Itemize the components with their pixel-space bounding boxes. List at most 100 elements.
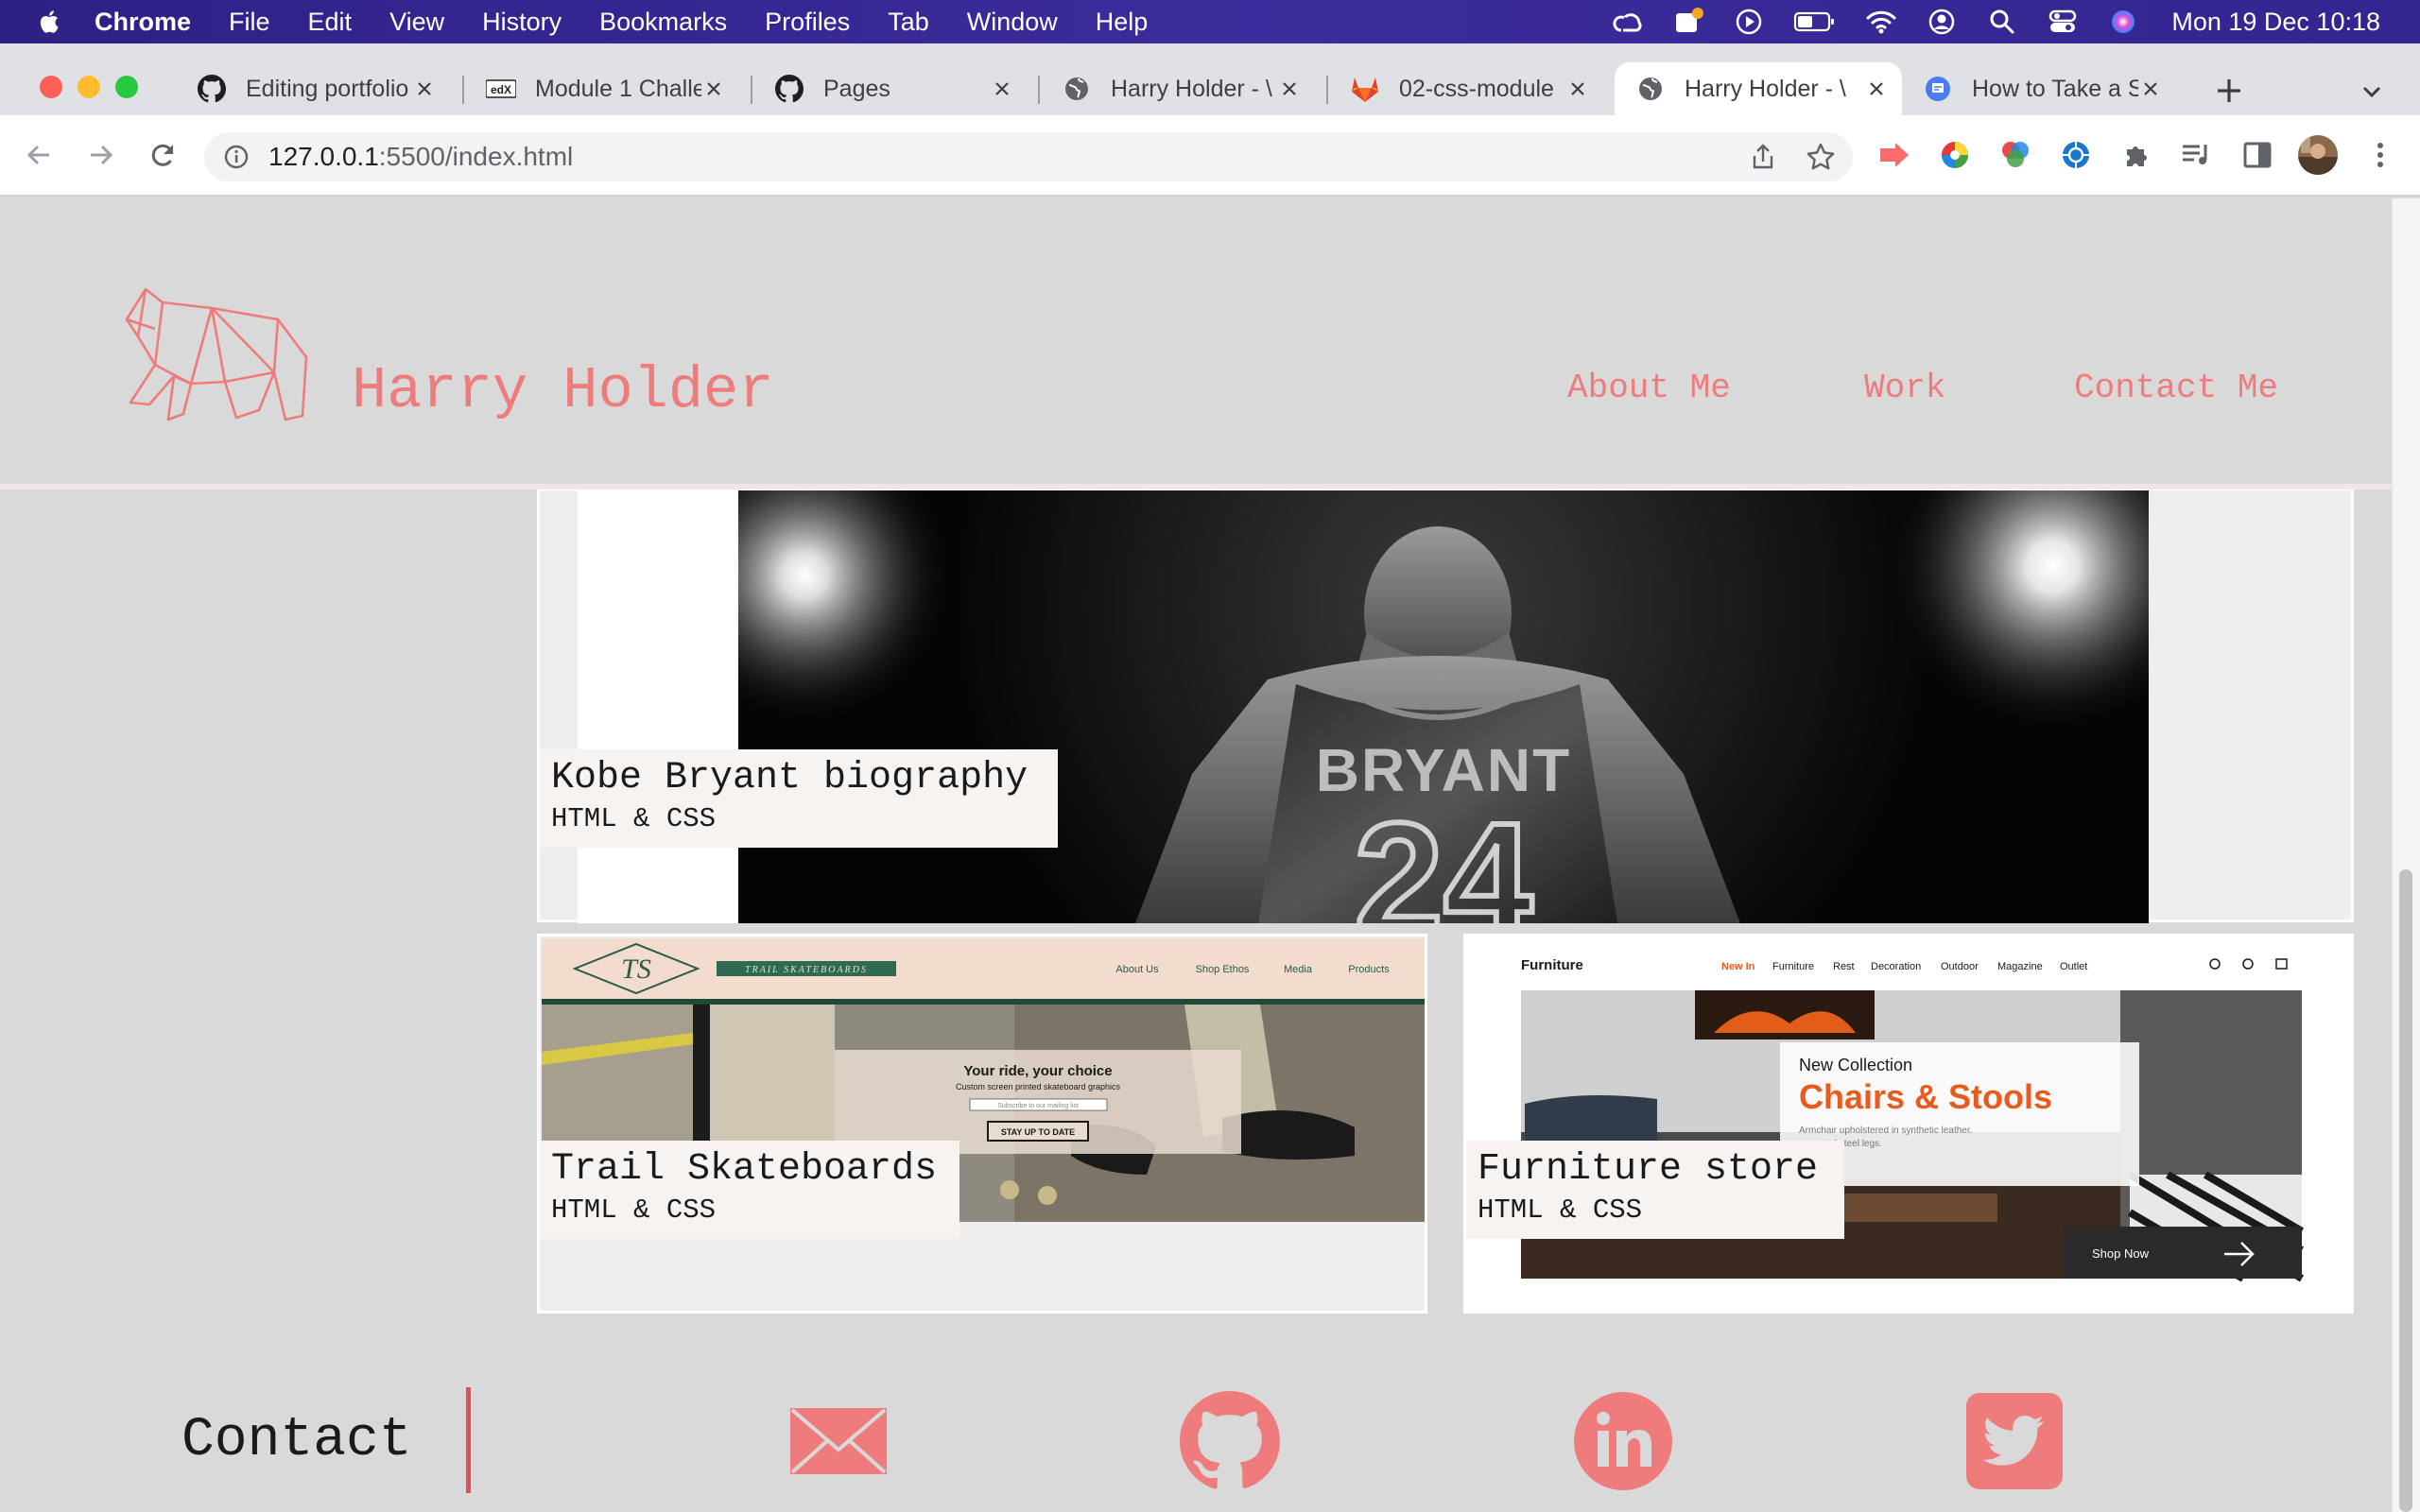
tab-editing-portfolio[interactable]: Editing portfolio <box>176 62 450 115</box>
extension-aperture-icon[interactable] <box>2057 136 2095 174</box>
close-tab-icon[interactable] <box>2138 77 2163 101</box>
tab-separator <box>751 76 752 104</box>
play-icon[interactable] <box>1733 6 1765 38</box>
tab-pages[interactable]: Pages <box>753 62 1028 115</box>
twitter-icon[interactable] <box>1964 1391 2065 1491</box>
creative-cloud-icon[interactable] <box>1612 6 1644 38</box>
edx-icon: edX <box>486 74 516 104</box>
svg-text:edX: edX <box>491 83 511 96</box>
site-title[interactable]: Harry Holder <box>352 357 773 424</box>
user-icon[interactable] <box>1926 6 1958 38</box>
profile-avatar[interactable] <box>2297 134 2339 176</box>
ts-nav-media: Media <box>1284 964 1313 975</box>
project-card-furniture-store[interactable]: Furniture New In Furniture Rest Decorati… <box>1463 934 2354 1314</box>
close-tab-icon[interactable] <box>701 77 726 101</box>
spotlight-icon[interactable] <box>1986 6 2018 38</box>
nav-about-me[interactable]: About Me <box>1567 369 1731 407</box>
project-label: Furniture store HTML & CSS <box>1466 1141 1844 1239</box>
contact-divider <box>466 1387 471 1493</box>
browser-toolbar: 127.0.0.1:5500/index.html <box>0 115 2420 197</box>
site-info-icon[interactable] <box>223 144 250 170</box>
extensions-puzzle-icon[interactable] <box>2118 136 2155 174</box>
chevron-down-icon[interactable] <box>2358 77 2386 106</box>
menubar-clock[interactable]: Mon 19 Dec 10:18 <box>2171 8 2380 37</box>
side-panel-icon[interactable] <box>2238 136 2276 174</box>
notification-icon[interactable] <box>1672 6 1704 38</box>
forward-icon[interactable] <box>81 136 119 174</box>
github-icon <box>774 74 804 104</box>
close-tab-icon[interactable] <box>1277 77 1302 101</box>
tab-title: Editing portfolio <box>246 75 409 102</box>
zoom-window-button[interactable] <box>115 76 138 98</box>
menu-file[interactable]: File <box>229 8 270 37</box>
tab-title: Harry Holder - \ <box>1111 75 1272 102</box>
menu-profiles[interactable]: Profiles <box>765 8 850 37</box>
battery-icon[interactable] <box>1793 6 1837 38</box>
new-tab-icon[interactable] <box>2212 74 2246 108</box>
share-icon[interactable] <box>1749 143 1777 171</box>
address-bar[interactable]: 127.0.0.1:5500/index.html <box>204 132 1853 181</box>
ts-banner: TRAIL SKATEBOARDS <box>745 965 868 975</box>
control-center-icon[interactable] <box>2047 6 2079 38</box>
ts-nav-products: Products <box>1348 964 1390 975</box>
menu-view[interactable]: View <box>389 8 444 37</box>
tab-harry-holder-1[interactable]: Harry Holder - \ <box>1041 62 1315 115</box>
close-tab-icon[interactable] <box>412 77 437 101</box>
close-tab-icon[interactable] <box>1864 77 1889 101</box>
more-menu-icon[interactable] <box>2361 136 2399 174</box>
tab-module-1-challenge[interactable]: edX Module 1 Challe <box>465 62 739 115</box>
github-icon[interactable] <box>1180 1391 1280 1491</box>
project-label: Trail Skateboards HTML & CSS <box>540 1141 959 1239</box>
bookmark-star-icon[interactable] <box>1806 142 1836 172</box>
linkedin-icon[interactable] <box>1573 1391 1673 1491</box>
tab-harry-holder-active[interactable]: Harry Holder - \ <box>1615 62 1902 115</box>
minimize-window-button[interactable] <box>78 76 100 98</box>
wifi-icon[interactable] <box>1865 6 1897 38</box>
tab-separator <box>1038 76 1040 104</box>
extension-arrow-icon[interactable] <box>1876 136 1913 174</box>
gitlab-icon <box>1350 74 1380 104</box>
tab-how-to-take-screenshot[interactable]: How to Take a S <box>1902 62 2176 115</box>
media-queue-icon[interactable] <box>2178 136 2216 174</box>
project-card-kobe[interactable]: BRYANT 24 Kobe Bryant biography HTML & C… <box>537 488 2354 923</box>
siri-icon[interactable] <box>2107 6 2139 38</box>
tab-separator <box>1326 76 1328 104</box>
github-icon <box>197 74 227 104</box>
bear-logo-icon[interactable] <box>117 282 316 433</box>
tab-title: 02-css-module <box>1399 75 1554 102</box>
extension-rgb-icon[interactable] <box>1996 136 2034 174</box>
reload-icon[interactable] <box>144 136 182 174</box>
nav-work[interactable]: Work <box>1864 369 1945 407</box>
project-tech: HTML & CSS <box>1478 1194 1643 1226</box>
close-tab-icon[interactable] <box>1565 77 1590 101</box>
tab-02-css-module[interactable]: 02-css-module <box>1329 62 1603 115</box>
project-title: Furniture store <box>1478 1148 1819 1191</box>
fs-nav-decoration: Decoration <box>1871 961 1921 972</box>
apple-logo-icon[interactable] <box>36 8 64 36</box>
close-tab-icon[interactable] <box>990 77 1014 101</box>
fs-kicker: New Collection <box>1799 1056 1912 1074</box>
menu-help[interactable]: Help <box>1096 8 1149 37</box>
back-icon[interactable] <box>21 136 59 174</box>
project-tech: HTML & CSS <box>551 803 717 834</box>
project-title: Kobe Bryant biography <box>551 757 1028 799</box>
menu-window[interactable]: Window <box>967 8 1058 37</box>
menu-bookmarks[interactable]: Bookmarks <box>599 8 727 37</box>
extension-color-wheel-icon[interactable] <box>1936 136 1974 174</box>
app-menu-chrome[interactable]: Chrome <box>95 8 191 37</box>
menu-history[interactable]: History <box>482 8 562 37</box>
fs-sub: Armchair upholstered in synthetic leathe… <box>1799 1125 1972 1136</box>
project-card-trail-skateboards[interactable]: TS TRAIL SKATEBOARDS About Us Shop Ethos… <box>537 934 1427 1314</box>
menu-edit[interactable]: Edit <box>308 8 353 37</box>
fs-brand: Furniture <box>1521 957 1583 973</box>
nav-contact-me[interactable]: Contact Me <box>2074 369 2278 407</box>
ts-input: Subscribe to our mailing list <box>997 1103 1079 1109</box>
globe-icon <box>1635 74 1666 104</box>
ts-sub: Custom screen printed skateboard graphic… <box>956 1082 1121 1091</box>
menu-tab[interactable]: Tab <box>888 8 929 37</box>
tab-title: Module 1 Challe <box>535 75 701 102</box>
email-icon[interactable] <box>788 1391 889 1491</box>
contact-heading: Contact <box>182 1410 412 1471</box>
scrollbar-thumb[interactable] <box>2399 869 2412 1512</box>
close-window-button[interactable] <box>40 76 62 98</box>
